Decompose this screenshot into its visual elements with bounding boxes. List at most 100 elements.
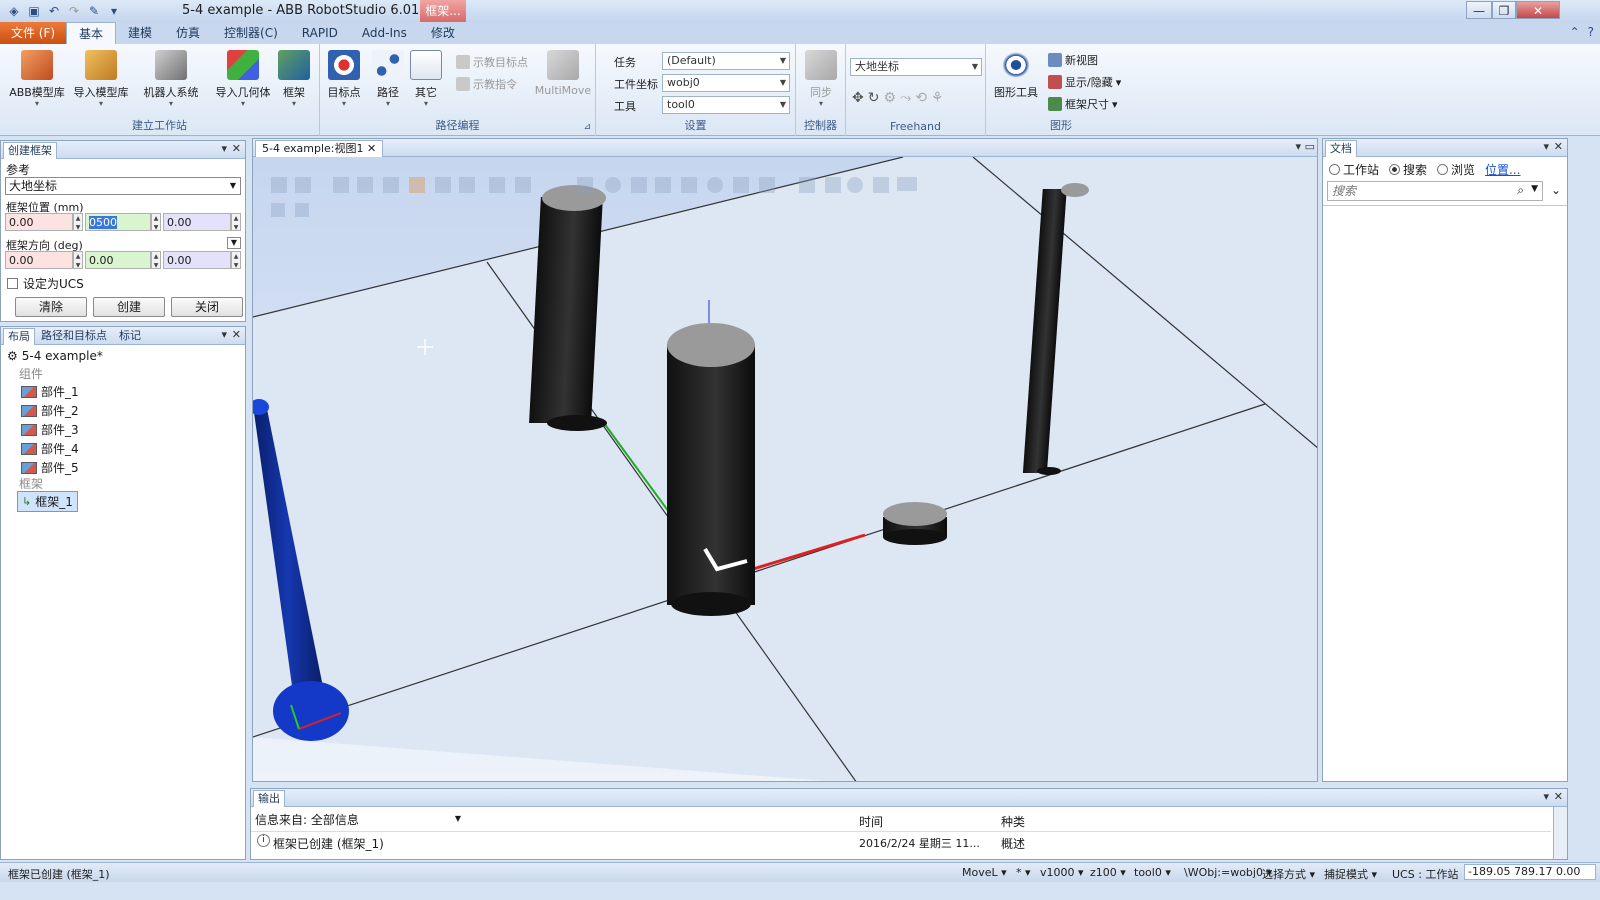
table-row[interactable]: i 框架已创建 (框架_1) 2016/2/24 星期三 11... 概述 xyxy=(251,831,1551,851)
tab-modeling[interactable]: 建模 xyxy=(116,22,164,44)
snap-end-icon[interactable] xyxy=(681,177,697,193)
snap-mode-dropdown[interactable]: 捕捉模式 ▾ xyxy=(1324,866,1377,882)
measure-icon[interactable]: ✎ xyxy=(86,3,102,19)
stop-icon[interactable] xyxy=(295,203,309,217)
close-icon[interactable]: ✕ xyxy=(367,142,376,155)
orientation-y-spinner[interactable]: ▲ ▼ xyxy=(151,251,161,269)
snap-local-origin-icon[interactable] xyxy=(733,177,749,193)
multimove-button[interactable]: MultiMove xyxy=(532,50,594,97)
tab-layout[interactable]: 布局 xyxy=(3,328,35,345)
import-geometry-button[interactable]: 导入几何体 ▾ xyxy=(212,50,274,108)
position-z-input[interactable]: 0.00 xyxy=(163,213,231,231)
snap-none-icon[interactable] xyxy=(759,177,775,193)
snap-center-icon[interactable] xyxy=(605,177,621,193)
tree-item-part-2[interactable]: 部件_2 xyxy=(21,402,79,419)
task-dropdown[interactable]: (Default) ▼ xyxy=(662,52,790,70)
output-tab[interactable]: 输出 xyxy=(253,790,285,807)
tree-item-part-1[interactable]: 部件_1 xyxy=(21,383,79,400)
jog-joint-icon[interactable]: ⚙ xyxy=(883,90,896,106)
tree-item-frame-1[interactable]: ↳ 框架_1 xyxy=(17,491,78,512)
frame-size-button[interactable]: 框架尺寸 ▾ xyxy=(1048,96,1118,112)
source-filter-dropdown[interactable]: 信息来自: 全部信息 ▼ xyxy=(255,811,461,828)
search-input[interactable] xyxy=(1328,182,1508,200)
close-window-button[interactable]: ✕ xyxy=(1516,1,1560,19)
maximize-button[interactable]: ❐ xyxy=(1492,1,1516,19)
tab-basic[interactable]: 基本 xyxy=(66,22,117,44)
select-mechanism-icon[interactable] xyxy=(435,177,451,193)
minimize-button[interactable]: — xyxy=(1466,1,1492,19)
radio-search[interactable]: 搜索 xyxy=(1389,161,1427,178)
viewport-tab[interactable]: 5-4 example:视图1 ✕ xyxy=(255,140,384,157)
star-dropdown[interactable]: * ▾ xyxy=(1016,866,1031,879)
create-button[interactable]: 创建 xyxy=(93,297,165,317)
radio-browse[interactable]: 浏览 xyxy=(1437,161,1475,178)
path-button[interactable]: 路径 ▾ xyxy=(366,50,410,108)
scene-canvas[interactable] xyxy=(253,157,1318,782)
tab-addins[interactable]: Add-Ins xyxy=(350,22,419,44)
position-y-input[interactable]: 0500 xyxy=(85,213,151,231)
measure-distance-icon[interactable] xyxy=(873,177,889,193)
show-hide-button[interactable]: 显示/隐藏 ▾ xyxy=(1048,74,1121,90)
position-x-spinner[interactable]: ▲ ▼ xyxy=(73,213,83,231)
context-tab-frame[interactable]: 框架... xyxy=(420,0,466,22)
snap-object-icon[interactable] xyxy=(577,177,593,193)
reference-frame-dropdown[interactable]: 大地坐标 ▼ xyxy=(850,58,982,76)
select-path-icon[interactable] xyxy=(515,177,531,193)
expand-search-icon[interactable]: ⌄ xyxy=(1551,183,1561,197)
select-body-icon[interactable] xyxy=(383,177,399,193)
cylinder-part[interactable] xyxy=(529,197,603,423)
jog-reorient-icon[interactable]: ⟲ xyxy=(915,90,927,106)
help-icon[interactable]: ? xyxy=(1588,25,1594,39)
snap-edge-icon[interactable] xyxy=(631,177,647,193)
sync-button[interactable]: 同步 ▾ xyxy=(798,50,844,108)
kind-column-header[interactable]: 种类 xyxy=(1001,813,1025,830)
orientation-x-input[interactable]: 0.00 xyxy=(5,251,73,269)
cylinder-part[interactable] xyxy=(667,345,755,605)
tab-simulation[interactable]: 仿真 xyxy=(164,22,212,44)
close-button[interactable]: 关闭 xyxy=(171,297,243,317)
orientation-z-input[interactable]: 0.00 xyxy=(163,251,231,269)
robot-base[interactable] xyxy=(273,681,349,741)
save-icon[interactable]: ▣ xyxy=(26,3,42,19)
view-all-icon[interactable] xyxy=(271,177,287,193)
ucs-checkbox-row[interactable]: 设定为UCS xyxy=(7,275,84,292)
tab-controller[interactable]: 控制器(C) xyxy=(212,22,290,44)
file-tab[interactable]: 文件 (F) xyxy=(0,22,66,44)
radio-station[interactable]: 工作站 xyxy=(1329,161,1379,178)
move-instruction-dropdown[interactable]: MoveL ▾ xyxy=(962,866,1007,879)
wobj-dropdown[interactable]: wobj0 ▼ xyxy=(662,74,790,92)
tool-dropdown[interactable]: tool0 ▼ xyxy=(662,96,790,114)
snap-midpoint-icon[interactable] xyxy=(655,177,671,193)
robot-system-button[interactable]: 机器人系统 ▾ xyxy=(138,50,204,108)
output-scrollbar[interactable] xyxy=(1553,807,1567,859)
dialog-launcher-icon[interactable]: ⊿ xyxy=(583,122,591,132)
wobj-dropdown-status[interactable]: \WObj:=wobj0 ▾ xyxy=(1184,866,1272,879)
play-icon[interactable] xyxy=(271,203,285,217)
viewport-3d[interactable]: 5-4 example:视图1 ✕ ▾ ▭ xyxy=(252,138,1318,782)
expand-orientation-icon[interactable]: ▼ xyxy=(227,237,241,249)
chevron-down-icon[interactable]: ▼ xyxy=(1531,184,1538,194)
panel-menu-icon[interactable]: ▾ xyxy=(1543,140,1549,153)
select-group-icon[interactable] xyxy=(459,177,475,193)
frame-button[interactable]: 框架 ▾ xyxy=(270,50,318,108)
orientation-z-spinner[interactable]: ▲ ▼ xyxy=(231,251,241,269)
teach-instruction-button[interactable]: 示教指令 xyxy=(456,76,517,92)
close-icon[interactable]: ✕ xyxy=(1554,790,1563,803)
rotate-icon[interactable]: ↻ xyxy=(868,90,880,106)
tab-tags[interactable]: 标记 xyxy=(115,328,145,345)
target-button[interactable]: 目标点 ▾ xyxy=(322,50,366,108)
undo-icon[interactable]: ↶ xyxy=(46,3,62,19)
new-view-button[interactable]: 新视图 xyxy=(1048,52,1098,68)
reference-dropdown[interactable]: 大地坐标 ▼ xyxy=(5,177,241,195)
location-link[interactable]: 位置... xyxy=(1485,161,1520,178)
search-icon[interactable]: ⌕ xyxy=(1517,183,1524,198)
position-x-input[interactable]: 0.00 xyxy=(5,213,73,231)
app-icon[interactable]: ◈ xyxy=(6,3,22,19)
close-icon[interactable]: ✕ xyxy=(232,328,241,341)
orientation-y-input[interactable]: 0.00 xyxy=(85,251,151,269)
select-mode-dropdown[interactable]: 选择方式 ▾ xyxy=(1262,866,1315,882)
close-icon[interactable]: ✕ xyxy=(232,142,241,155)
teach-target-button[interactable]: 示教目标点 xyxy=(456,54,528,70)
import-library-button[interactable]: 导入模型库 ▾ xyxy=(70,50,132,108)
jog-linear-icon[interactable]: ⤳ xyxy=(900,90,911,106)
